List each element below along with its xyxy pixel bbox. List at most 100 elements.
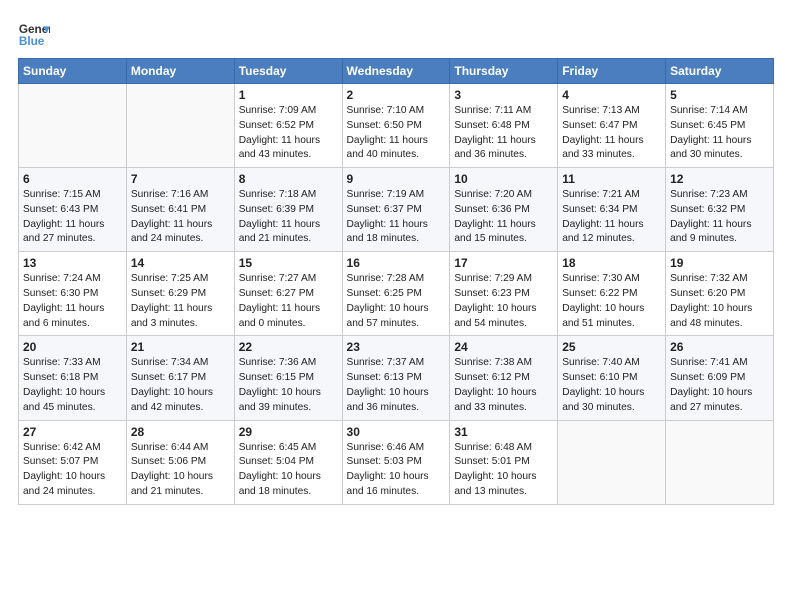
logo: General Blue: [18, 18, 52, 50]
calendar-cell: 17 Sunrise: 7:29 AM Sunset: 6:23 PM Dayli…: [450, 252, 558, 336]
day-info: Sunrise: 7:09 AM Sunset: 6:52 PM Dayligh…: [239, 104, 338, 163]
day-number: 21: [131, 340, 230, 354]
weekday-header-tuesday: Tuesday: [234, 59, 342, 84]
day-info: Sunrise: 6:45 AM Sunset: 5:04 PM Dayligh…: [239, 441, 338, 500]
calendar-cell: 28 Sunrise: 6:44 AM Sunset: 5:06 PM Dayli…: [126, 420, 234, 504]
day-info: Sunrise: 7:30 AM Sunset: 6:22 PM Dayligh…: [562, 272, 661, 331]
calendar-cell: 20 Sunrise: 7:33 AM Sunset: 6:18 PM Dayli…: [19, 336, 127, 420]
day-info: Sunrise: 7:41 AM Sunset: 6:09 PM Dayligh…: [670, 356, 769, 415]
day-number: 18: [562, 256, 661, 270]
calendar-cell: 19Sunrise: 7:32 AM Sunset: 6:20 PM Dayli…: [666, 252, 774, 336]
day-number: 27: [23, 425, 122, 439]
weekday-header-monday: Monday: [126, 59, 234, 84]
logo-icon: General Blue: [18, 18, 50, 50]
day-info: Sunrise: 7:29 AM Sunset: 6:23 PM Dayligh…: [454, 272, 553, 331]
calendar-cell: 3 Sunrise: 7:11 AM Sunset: 6:48 PM Daylig…: [450, 84, 558, 168]
calendar-cell: 22 Sunrise: 7:36 AM Sunset: 6:15 PM Dayli…: [234, 336, 342, 420]
page: General Blue SundayMondayTuesdayWednesda…: [0, 0, 792, 612]
day-number: 25: [562, 340, 661, 354]
header: General Blue: [18, 18, 774, 50]
day-number: 14: [131, 256, 230, 270]
calendar-cell: 29 Sunrise: 6:45 AM Sunset: 5:04 PM Dayli…: [234, 420, 342, 504]
day-info: Sunrise: 7:14 AM Sunset: 6:45 PM Dayligh…: [670, 104, 769, 163]
calendar-cell: 2 Sunrise: 7:10 AM Sunset: 6:50 PM Daylig…: [342, 84, 450, 168]
day-number: 5: [670, 88, 769, 102]
day-info: Sunrise: 7:16 AM Sunset: 6:41 PM Dayligh…: [131, 188, 230, 247]
day-number: 4: [562, 88, 661, 102]
day-number: 6: [23, 172, 122, 186]
calendar-cell: 15Sunrise: 7:27 AM Sunset: 6:27 PM Dayli…: [234, 252, 342, 336]
calendar-cell: 12Sunrise: 7:23 AM Sunset: 6:32 PM Dayli…: [666, 168, 774, 252]
calendar-cell: 8 Sunrise: 7:18 AM Sunset: 6:39 PM Daylig…: [234, 168, 342, 252]
calendar-cell: 21 Sunrise: 7:34 AM Sunset: 6:17 PM Dayli…: [126, 336, 234, 420]
weekday-header-thursday: Thursday: [450, 59, 558, 84]
calendar-cell: [19, 84, 127, 168]
day-number: 20: [23, 340, 122, 354]
weekday-header-wednesday: Wednesday: [342, 59, 450, 84]
weekday-header-sunday: Sunday: [19, 59, 127, 84]
calendar-cell: 11 Sunrise: 7:21 AM Sunset: 6:34 PM Dayli…: [558, 168, 666, 252]
day-info: Sunrise: 7:21 AM Sunset: 6:34 PM Dayligh…: [562, 188, 661, 247]
day-number: 23: [347, 340, 446, 354]
day-info: Sunrise: 7:37 AM Sunset: 6:13 PM Dayligh…: [347, 356, 446, 415]
day-number: 10: [454, 172, 553, 186]
day-info: Sunrise: 7:24 AM Sunset: 6:30 PM Dayligh…: [23, 272, 122, 331]
calendar-table: SundayMondayTuesdayWednesdayThursdayFrid…: [18, 58, 774, 505]
day-info: Sunrise: 7:34 AM Sunset: 6:17 PM Dayligh…: [131, 356, 230, 415]
day-number: 11: [562, 172, 661, 186]
calendar-cell: 1 Sunrise: 7:09 AM Sunset: 6:52 PM Daylig…: [234, 84, 342, 168]
day-number: 13: [23, 256, 122, 270]
calendar-cell: 16 Sunrise: 7:28 AM Sunset: 6:25 PM Dayli…: [342, 252, 450, 336]
day-number: 26: [670, 340, 769, 354]
day-number: 1: [239, 88, 338, 102]
day-number: 17: [454, 256, 553, 270]
day-number: 16: [347, 256, 446, 270]
day-info: Sunrise: 6:44 AM Sunset: 5:06 PM Dayligh…: [131, 441, 230, 500]
day-number: 12: [670, 172, 769, 186]
calendar-cell: 31 Sunrise: 6:48 AM Sunset: 5:01 PM Dayli…: [450, 420, 558, 504]
day-number: 31: [454, 425, 553, 439]
calendar-cell: [558, 420, 666, 504]
day-info: Sunrise: 7:40 AM Sunset: 6:10 PM Dayligh…: [562, 356, 661, 415]
day-info: Sunrise: 7:32 AM Sunset: 6:20 PM Dayligh…: [670, 272, 769, 331]
day-number: 15: [239, 256, 338, 270]
day-info: Sunrise: 6:42 AM Sunset: 5:07 PM Dayligh…: [23, 441, 122, 500]
day-info: Sunrise: 7:28 AM Sunset: 6:25 PM Dayligh…: [347, 272, 446, 331]
day-number: 30: [347, 425, 446, 439]
day-info: Sunrise: 7:10 AM Sunset: 6:50 PM Dayligh…: [347, 104, 446, 163]
day-info: Sunrise: 7:33 AM Sunset: 6:18 PM Dayligh…: [23, 356, 122, 415]
calendar-cell: 24 Sunrise: 7:38 AM Sunset: 6:12 PM Dayli…: [450, 336, 558, 420]
day-number: 9: [347, 172, 446, 186]
calendar-cell: 4 Sunrise: 7:13 AM Sunset: 6:47 PM Daylig…: [558, 84, 666, 168]
day-number: 2: [347, 88, 446, 102]
day-number: 8: [239, 172, 338, 186]
day-info: Sunrise: 7:13 AM Sunset: 6:47 PM Dayligh…: [562, 104, 661, 163]
day-number: 7: [131, 172, 230, 186]
day-info: Sunrise: 7:36 AM Sunset: 6:15 PM Dayligh…: [239, 356, 338, 415]
calendar-cell: [666, 420, 774, 504]
day-number: 22: [239, 340, 338, 354]
calendar-cell: 25 Sunrise: 7:40 AM Sunset: 6:10 PM Dayli…: [558, 336, 666, 420]
day-info: Sunrise: 7:38 AM Sunset: 6:12 PM Dayligh…: [454, 356, 553, 415]
calendar-cell: 27 Sunrise: 6:42 AM Sunset: 5:07 PM Dayli…: [19, 420, 127, 504]
day-info: Sunrise: 7:11 AM Sunset: 6:48 PM Dayligh…: [454, 104, 553, 163]
calendar-cell: 5 Sunrise: 7:14 AM Sunset: 6:45 PM Daylig…: [666, 84, 774, 168]
day-number: 24: [454, 340, 553, 354]
day-number: 29: [239, 425, 338, 439]
svg-text:Blue: Blue: [19, 35, 45, 48]
calendar-cell: 9 Sunrise: 7:19 AM Sunset: 6:37 PM Daylig…: [342, 168, 450, 252]
calendar-cell: 18 Sunrise: 7:30 AM Sunset: 6:22 PM Dayli…: [558, 252, 666, 336]
calendar-cell: 30Sunrise: 6:46 AM Sunset: 5:03 PM Dayli…: [342, 420, 450, 504]
day-info: Sunrise: 7:25 AM Sunset: 6:29 PM Dayligh…: [131, 272, 230, 331]
day-info: Sunrise: 7:15 AM Sunset: 6:43 PM Dayligh…: [23, 188, 122, 247]
calendar-cell: 10 Sunrise: 7:20 AM Sunset: 6:36 PM Dayli…: [450, 168, 558, 252]
day-info: Sunrise: 7:20 AM Sunset: 6:36 PM Dayligh…: [454, 188, 553, 247]
day-number: 28: [131, 425, 230, 439]
day-info: Sunrise: 7:18 AM Sunset: 6:39 PM Dayligh…: [239, 188, 338, 247]
calendar-cell: 13 Sunrise: 7:24 AM Sunset: 6:30 PM Dayli…: [19, 252, 127, 336]
day-info: Sunrise: 6:48 AM Sunset: 5:01 PM Dayligh…: [454, 441, 553, 500]
weekday-header-friday: Friday: [558, 59, 666, 84]
day-info: Sunrise: 7:19 AM Sunset: 6:37 PM Dayligh…: [347, 188, 446, 247]
calendar-cell: 14 Sunrise: 7:25 AM Sunset: 6:29 PM Dayli…: [126, 252, 234, 336]
day-number: 3: [454, 88, 553, 102]
